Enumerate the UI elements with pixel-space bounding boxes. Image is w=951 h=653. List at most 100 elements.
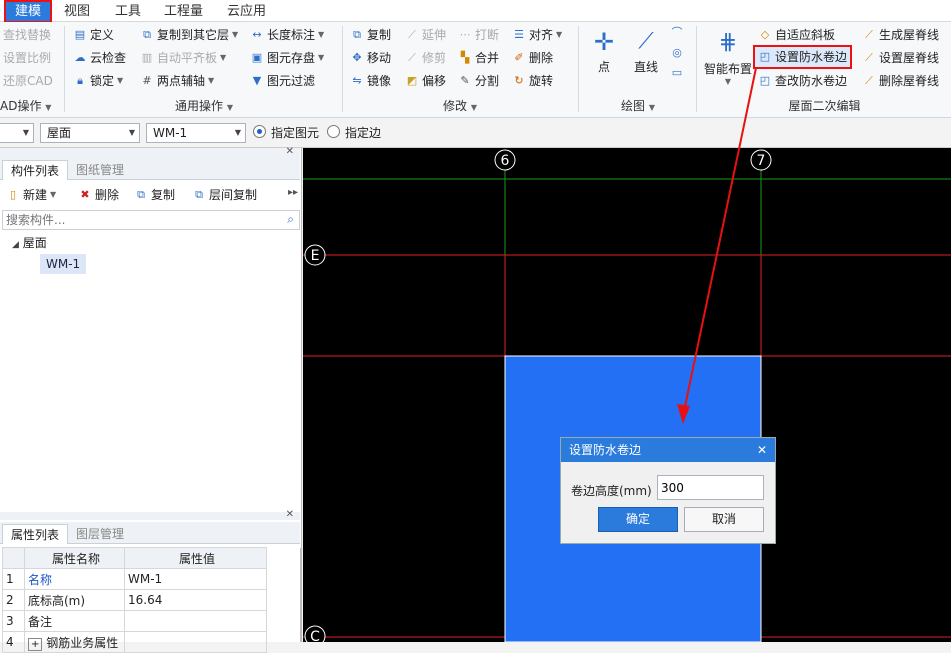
find-replace-button[interactable]: 查找替换 bbox=[3, 25, 51, 45]
menu-tab-tools[interactable]: 工具 bbox=[111, 2, 145, 21]
set-ridge-button[interactable]: ⟋ 设置屋脊线 bbox=[862, 48, 939, 68]
draw-shape-tools[interactable]: ⌒ ◎ ▭ bbox=[670, 26, 688, 90]
define-icon: ▤ bbox=[74, 28, 86, 41]
new-component-button[interactable]: ▯ 新建 ▼ bbox=[6, 185, 56, 205]
generate-ridge-button[interactable]: ⟋ 生成屋脊线 bbox=[862, 25, 939, 45]
query-waterproof-edge-button[interactable]: ◰ 查改防水卷边 bbox=[758, 71, 847, 91]
merge-button[interactable]: ▚ 合并 bbox=[458, 48, 499, 68]
align-button[interactable]: ☰ 对齐 ▼ bbox=[512, 25, 562, 45]
dialog-title-bar: 设置防水卷边 ✕ bbox=[561, 438, 775, 462]
set-scale-button[interactable]: 设置比例 bbox=[3, 48, 51, 68]
tab-drawing-management[interactable]: 图纸管理 bbox=[68, 160, 132, 180]
tree-root[interactable]: ◢ 屋面 bbox=[12, 234, 47, 251]
cloud-icon: ☁ bbox=[74, 51, 86, 64]
panel-splitter[interactable] bbox=[300, 548, 302, 642]
close-icon[interactable]: ✕ bbox=[286, 509, 294, 520]
ribbon-divider bbox=[696, 26, 697, 112]
copy-to-floor-button[interactable]: ⧉ 复制到其它层 ▼ bbox=[140, 25, 238, 45]
adaptive-slope-button[interactable]: ◇ 自适应斜板 bbox=[758, 25, 835, 45]
tab-layer-management[interactable]: 图层管理 bbox=[68, 524, 132, 544]
axis-label-c: C bbox=[310, 629, 320, 642]
ok-button[interactable]: 确定 bbox=[598, 507, 678, 532]
edge-height-input[interactable] bbox=[657, 475, 764, 500]
more-icon[interactable]: ▸▸ bbox=[288, 187, 298, 198]
element-combo[interactable]: WM-1 ▼ bbox=[146, 123, 246, 143]
rotate-button[interactable]: ↻ 旋转 bbox=[512, 71, 553, 91]
define-button[interactable]: ▤ 定义 bbox=[73, 25, 114, 45]
radio-specify-edge[interactable] bbox=[327, 125, 340, 138]
trim-button[interactable]: ⟋ 修剪 bbox=[405, 48, 446, 68]
ribbon: 查找替换 设置比例 还原CAD AD操作 ▼ ▤ 定义 ☁ 云检查 🔒︎ 锁定 ▼ ⧉ 复… bbox=[0, 22, 951, 118]
search-input[interactable] bbox=[3, 211, 273, 229]
lock-button[interactable]: 🔒︎ 锁定 ▼ bbox=[73, 71, 123, 91]
tab-component-list[interactable]: 构件列表 bbox=[2, 160, 69, 180]
copy-icon: ⧉ bbox=[137, 188, 145, 201]
floor-copy-button[interactable]: ⧉ 层间复制 bbox=[192, 185, 257, 205]
point-button[interactable]: ✛ 点 bbox=[588, 26, 620, 74]
extend-button[interactable]: ⟋ 延伸 bbox=[405, 25, 446, 45]
element-store-button[interactable]: ▣ 图元存盘 ▼ bbox=[250, 48, 324, 68]
menu-tab-modeling[interactable]: 建模 bbox=[4, 0, 52, 23]
break-icon: ⋯ bbox=[459, 28, 471, 41]
expand-icon[interactable]: + bbox=[28, 637, 43, 651]
search-icon[interactable]: ⌕ bbox=[287, 212, 294, 227]
drawing-canvas[interactable]: 6 7 E C bbox=[303, 148, 951, 642]
edge-height-label: 卷边高度(mm) bbox=[571, 484, 652, 498]
waterproof-edge-icon: ◰ bbox=[759, 50, 771, 63]
delete-icon: ✖ bbox=[80, 188, 90, 201]
delete-button[interactable]: ✐ 删除 bbox=[512, 48, 553, 68]
property-toolbar: ▼ 屋面 ▼ WM-1 ▼ 指定图元 指定边 bbox=[0, 118, 951, 148]
trim-icon: ⟋ bbox=[408, 51, 416, 64]
split-button[interactable]: ✎ 分割 bbox=[458, 71, 499, 91]
smart-layout-button[interactable]: ⋕ 智能布置 ▼ bbox=[702, 26, 754, 90]
component-panel-tabs: 构件列表 图纸管理 bbox=[0, 158, 300, 180]
floor-combo[interactable]: ▼ bbox=[0, 123, 34, 143]
copy-button[interactable]: ⧉ 复制 bbox=[350, 25, 391, 45]
delete-component-button[interactable]: ✖ 删除 bbox=[78, 185, 119, 205]
length-mark-button[interactable]: ↔ 长度标注 ▼ bbox=[250, 25, 324, 45]
delete-ridge-button[interactable]: ⟋ 删除屋脊线 bbox=[862, 71, 939, 91]
copy-component-button[interactable]: ⧉ 复制 bbox=[134, 185, 175, 205]
menu-tab-cloud[interactable]: 云应用 bbox=[223, 2, 270, 21]
menu-bar: 建模 视图 工具 工程量 云应用 bbox=[0, 0, 951, 23]
tree-item-wm1[interactable]: WM-1 bbox=[40, 254, 86, 274]
table-row[interactable]: 1 名称 WM-1 bbox=[2, 568, 267, 590]
menu-tab-quantity[interactable]: 工程量 bbox=[160, 2, 207, 21]
property-table-header: 属性名称 属性值 bbox=[2, 547, 267, 569]
cancel-button[interactable]: 取消 bbox=[684, 507, 764, 532]
property-panel-tabs: 属性列表 图层管理 bbox=[0, 522, 300, 544]
radio-specify-element[interactable] bbox=[253, 125, 266, 138]
table-row[interactable]: 2 底标高(m) 16.64 bbox=[2, 589, 267, 611]
type-combo[interactable]: 屋面 ▼ bbox=[40, 123, 140, 143]
component-actions: ▯ 新建 ▼ ✖ 删除 ⧉ 复制 ⧉ 层间复制 ▸▸ bbox=[0, 185, 300, 207]
move-button[interactable]: ✥ 移动 bbox=[350, 48, 391, 68]
roof-edit-group-label: 屋面二次编辑 bbox=[788, 99, 861, 113]
table-row[interactable]: 4 + 钢筋业务属性 bbox=[2, 631, 267, 653]
close-icon[interactable]: ✕ bbox=[286, 146, 294, 157]
element-filter-button[interactable]: ▼ 图元过滤 bbox=[250, 71, 315, 91]
mirror-button[interactable]: ⇋ 镜像 bbox=[350, 71, 391, 91]
rotate-icon: ↻ bbox=[514, 74, 524, 87]
component-search: ⌕ bbox=[2, 210, 300, 230]
set-waterproof-edge-button[interactable]: ◰ 设置防水卷边 bbox=[752, 45, 853, 69]
cloud-check-button[interactable]: ☁ 云检查 bbox=[73, 48, 127, 68]
close-icon[interactable]: ✕ bbox=[757, 438, 767, 462]
common-ops-group-label[interactable]: 通用操作 ▼ bbox=[66, 98, 342, 114]
break-button[interactable]: ⋯ 打断 bbox=[458, 25, 500, 45]
two-point-axis-button[interactable]: # 两点辅轴 ▼ bbox=[140, 71, 214, 91]
align-icon: ☰ bbox=[514, 28, 524, 41]
cad-ops-group-label[interactable]: AD操作 ▼ bbox=[0, 98, 62, 114]
table-row[interactable]: 3 备注 bbox=[2, 610, 267, 632]
line-button[interactable]: ⟋ 直线 bbox=[628, 26, 664, 74]
modify-group-label[interactable]: 修改 ▼ bbox=[344, 98, 576, 114]
restore-cad-button[interactable]: 还原CAD bbox=[3, 71, 53, 91]
tab-property-list[interactable]: 属性列表 bbox=[2, 524, 69, 544]
radio-specify-edge-label: 指定边 bbox=[345, 126, 382, 140]
dimension-icon: ↔ bbox=[252, 28, 262, 41]
offset-button[interactable]: ◩ 偏移 bbox=[405, 71, 446, 91]
draw-group-label[interactable]: 绘图 ▼ bbox=[580, 98, 696, 114]
ridge-set-icon: ⟋ bbox=[865, 51, 873, 64]
menu-tab-view[interactable]: 视图 bbox=[60, 2, 94, 21]
crosshair-icon: ✛ bbox=[593, 28, 615, 56]
auto-flat-button[interactable]: ▥ 自动平齐板 ▼ bbox=[140, 48, 226, 68]
